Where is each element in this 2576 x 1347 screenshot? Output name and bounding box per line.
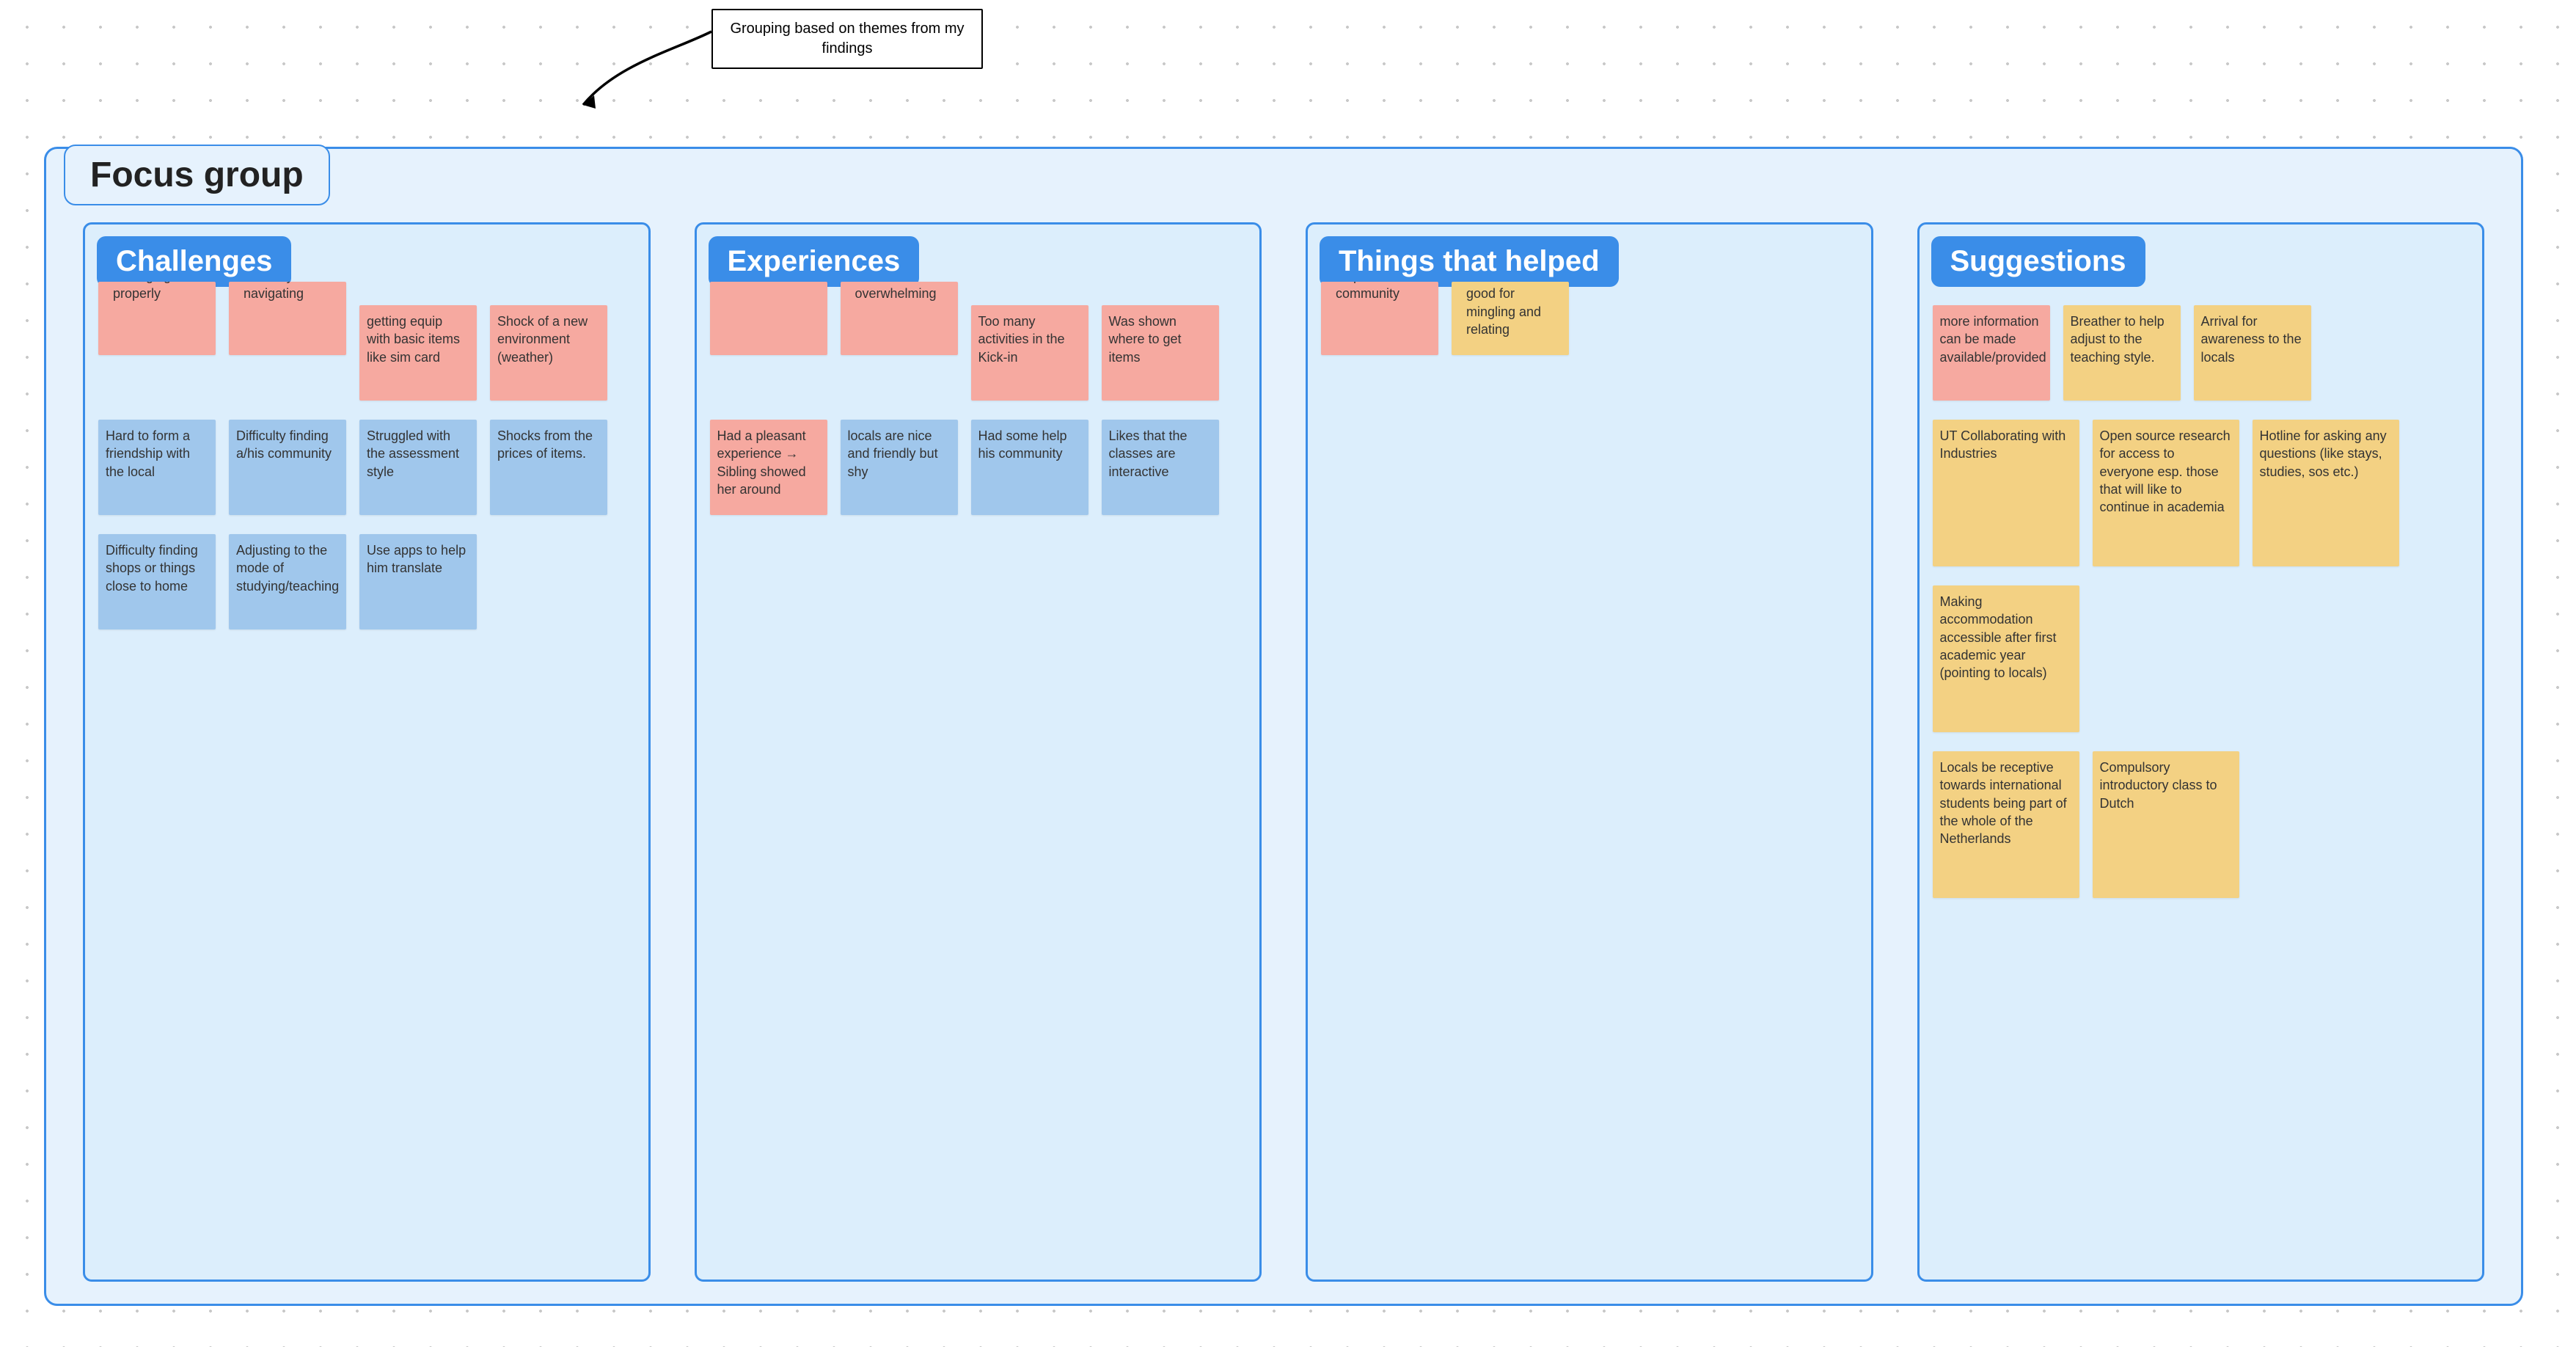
sticky-note[interactable]: UT Collaborating with Industries (1933, 420, 2079, 566)
column-title-text: Suggestions (1950, 245, 2126, 277)
sticky-text: Shocks from the prices of items. (497, 428, 593, 461)
sticky-text: Use apps to help him translate (367, 543, 466, 575)
sticky-text: Locals be receptive towards internationa… (1940, 760, 2067, 846)
sticky-note[interactable]: Making accommodation accessible after fi… (1933, 585, 2079, 732)
sticky-note[interactable]: Kick-in was overwhelming (841, 282, 958, 355)
sticky-text: Shock of a new environment (weather) (497, 314, 588, 365)
sticky-note[interactable]: managing time properly (98, 282, 216, 355)
focus-group-title[interactable]: Focus group (64, 145, 330, 205)
sticky-text: Adjusting to the mode of studying/teachi… (236, 543, 339, 594)
column-suggestions[interactable]: Suggestions more information can be made … (1917, 222, 2485, 1282)
sticky-text: Struggled with the assessment style (367, 428, 459, 479)
column-title-text: Things that helped (1339, 245, 1600, 277)
sticky-text: Making accommodation accessible after fi… (1940, 594, 2057, 680)
column-challenges[interactable]: Challengesmanaging time properlyDifficul… (83, 222, 651, 1282)
sticky-note[interactable]: Locals be receptive towards internationa… (1933, 751, 2079, 898)
sticky-note[interactable]: Had some help his community (971, 420, 1088, 515)
sticky-note[interactable]: Shocks from the prices of items. (490, 420, 607, 515)
sticky-row: Locals be receptive towards internationa… (1933, 751, 2470, 898)
sticky-text: Compulsory introductory class to Dutch (2100, 760, 2217, 811)
column-title-text: Experiences (728, 245, 901, 277)
sticky-row: more information can be made available/p… (1933, 305, 2470, 401)
sticky-note[interactable]: Struggled with the assessment style (359, 420, 477, 515)
sticky-text: Difficulty navigating (236, 282, 339, 310)
column-title-text: Challenges (116, 245, 272, 277)
sticky-text: getting equip with basic items like sim … (367, 314, 460, 365)
column-title[interactable]: Things that helped (1320, 236, 1619, 287)
sticky-note[interactable]: more information can be made available/p… (1933, 305, 2050, 401)
sticky-note[interactable]: Difficulty navigating (229, 282, 346, 355)
sticky-note[interactable]: Too many activities in the Kick-in (971, 305, 1088, 401)
sticky-text: Was shown where to get items (1109, 314, 1182, 365)
sticky-text: Kick-in was overwhelming (848, 282, 951, 310)
sticky-text: Kick-in was good for mingling and relati… (1459, 282, 1562, 346)
sticky-text: Hotline for asking any questions (like s… (2260, 428, 2387, 479)
column-title[interactable]: Suggestions (1931, 236, 2145, 287)
sticky-row: managing time properlyDifficulty navigat… (98, 305, 635, 401)
sticky-row: Difficulty finding shops or things close… (98, 534, 635, 629)
sticky-note[interactable]: Difficulty finding shops or things close… (98, 534, 216, 629)
sticky-row: felt aloneKick-in was overwhelmingToo ma… (710, 305, 1247, 401)
sticky-note[interactable]: Kick-in was good for mingling and relati… (1452, 282, 1569, 355)
sticky-note[interactable]: Was shown where to get items (1102, 305, 1219, 401)
sticky-note[interactable]: Hard to form a friendship with the local (98, 420, 216, 515)
sticky-text: more information can be made available/p… (1940, 314, 2046, 365)
sticky-note[interactable]: Use apps to help him translate (359, 534, 477, 629)
sticky-row: Making accommodation accessible after fi… (1933, 585, 2470, 732)
focus-group-title-text: Focus group (90, 156, 304, 194)
sticky-note[interactable]: Arrival for awareness to the locals (2194, 305, 2311, 401)
sticky-note[interactable]: Difficulty finding a/his community (229, 420, 346, 515)
annotation-text: Grouping based on themes from my finding… (730, 21, 964, 56)
columns-row: Challengesmanaging time properlyDifficul… (83, 222, 2484, 1282)
sticky-row: Had a pleasant experience → Sibling show… (710, 420, 1247, 515)
sticky-grid: more information can be made available/p… (1933, 305, 2470, 898)
annotation-note[interactable]: Grouping based on themes from my finding… (711, 9, 983, 69)
sticky-note[interactable]: locals are nice and friendly but shy (841, 420, 958, 515)
sticky-text: locals are nice and friendly but shy (848, 428, 938, 479)
sticky-note[interactable]: Likes that the classes are interactive (1102, 420, 1219, 515)
sticky-text: Difficulty finding shops or things close… (106, 543, 198, 594)
sticky-text: UT Collaborating with Industries (1940, 428, 2066, 461)
sticky-text: managing time properly (106, 282, 208, 310)
sticky-row: help from his communityKick-in was good … (1321, 305, 1858, 355)
sticky-row: Hard to form a friendship with the local… (98, 420, 635, 515)
sticky-note[interactable]: Hotline for asking any questions (like s… (2253, 420, 2399, 566)
sticky-grid: felt aloneKick-in was overwhelmingToo ma… (710, 305, 1247, 515)
sticky-text: Had a pleasant experience → Sibling show… (717, 428, 806, 497)
focus-group-frame[interactable]: Focus group Challenges managing time prop… (44, 147, 2523, 1306)
annotation-arrow (572, 21, 719, 116)
sticky-note[interactable]: help from his community (1321, 282, 1438, 355)
sticky-text: Breather to help adjust to the teaching … (2071, 314, 2165, 365)
sticky-note[interactable]: felt alone (710, 282, 827, 355)
sticky-text: Arrival for awareness to the locals (2201, 314, 2302, 365)
column-things-that-helped[interactable]: Things that helped help from his communit… (1306, 222, 1873, 1282)
sticky-text: Too many activities in the Kick-in (978, 314, 1065, 365)
sticky-text: Had some help his community (978, 428, 1067, 461)
sticky-note[interactable]: getting equip with basic items like sim … (359, 305, 477, 401)
column-experiences[interactable]: Experiencesfelt aloneKick-in was overwhe… (695, 222, 1262, 1282)
column-title[interactable]: Challenges (97, 236, 291, 287)
sticky-note[interactable]: Shock of a new environment (weather) (490, 305, 607, 401)
column-title[interactable]: Experiences (709, 236, 920, 287)
sticky-row: UT Collaborating with Industries Open sou… (1933, 420, 2470, 566)
sticky-note[interactable]: Compulsory introductory class to Dutch (2093, 751, 2239, 898)
sticky-note[interactable]: Adjusting to the mode of studying/teachi… (229, 534, 346, 629)
sticky-note[interactable]: Open source research for access to every… (2093, 420, 2239, 566)
sticky-text: help from his community (1328, 282, 1431, 310)
sticky-note[interactable]: Had a pleasant experience → Sibling show… (710, 420, 827, 515)
sticky-text: Hard to form a friendship with the local (106, 428, 190, 479)
sticky-text: Difficulty finding a/his community (236, 428, 332, 461)
sticky-text: Open source research for access to every… (2100, 428, 2231, 514)
sticky-text: Likes that the classes are interactive (1109, 428, 1188, 479)
sticky-text: felt alone (717, 282, 820, 292)
sticky-grid: managing time properlyDifficulty navigat… (98, 305, 635, 629)
sticky-note[interactable]: Breather to help adjust to the teaching … (2063, 305, 2181, 401)
sticky-grid: help from his communityKick-in was good … (1321, 305, 1858, 355)
